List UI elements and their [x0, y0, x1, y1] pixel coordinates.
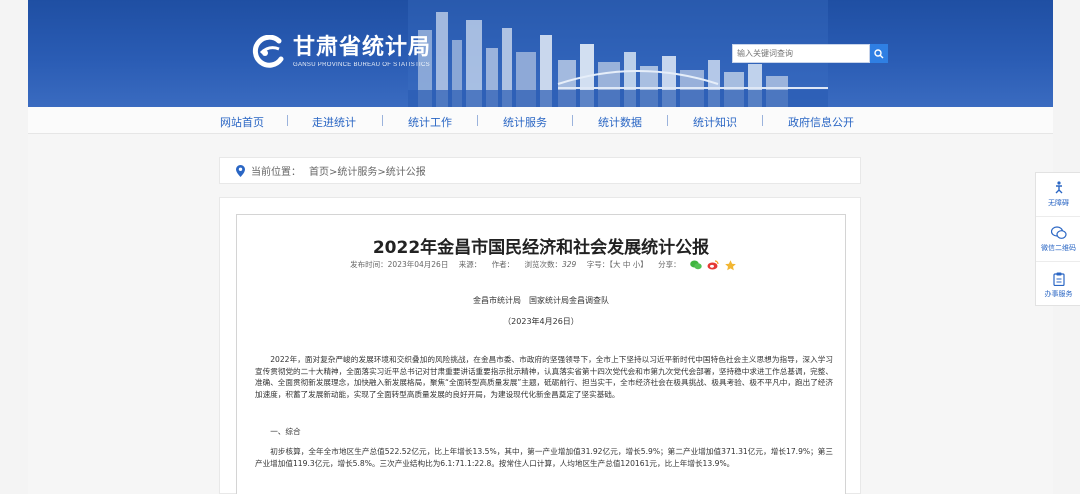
nav-about[interactable]: 走进统计	[312, 114, 356, 130]
nav-divider	[287, 115, 288, 126]
article-authors: 金昌市统计局 国家统计局金昌调查队	[473, 296, 609, 305]
views-count: 329	[562, 260, 577, 269]
content-fade	[237, 483, 845, 494]
search-icon	[874, 48, 884, 58]
views: 浏览次数：329	[525, 260, 577, 269]
main-nav: 网站首页 走进统计 统计工作 统计服务 统计数据 统计知识 政府信息公开	[28, 107, 1053, 134]
nav-divider	[477, 115, 478, 126]
author-label: 作者：	[491, 260, 515, 269]
search-input[interactable]	[732, 44, 870, 63]
breadcrumb-label: 当前位置：	[251, 167, 301, 178]
services-button[interactable]: 办事服务	[1036, 263, 1080, 307]
nav-data[interactable]: 统计数据	[598, 114, 642, 130]
clipboard-icon	[1052, 272, 1065, 286]
article-meta: 发布时间：2023年04月26日 来源： 作者： 浏览次数：329 字号：【大 …	[237, 259, 845, 271]
nav-knowledge[interactable]: 统计知识	[693, 114, 737, 130]
share-label: 分享：	[658, 260, 681, 269]
favorite-star-icon[interactable]	[725, 259, 736, 271]
views-label: 浏览次数：	[524, 260, 563, 269]
services-label: 办事服务	[1044, 289, 1073, 298]
article-paragraph: 2022年，面对复杂严峻的发展环境和交织叠加的风险挑战，在金昌市委、市政府的坚强…	[255, 355, 833, 399]
nav-home[interactable]: 网站首页	[220, 114, 264, 130]
nav-divider	[572, 115, 573, 126]
article-title: 2022年金昌市国民经济和社会发展统计公报	[372, 238, 710, 258]
accessibility-label: 无障碍	[1048, 199, 1069, 207]
logo-subtitle: GANSU PROVINCE BUREAU OF STATISTICS	[293, 62, 430, 68]
article-paragraph: 初步核算，全年全市地区生产总值522.52亿元，比上年增长13.5%，其中，第一…	[255, 447, 833, 468]
nav-gov-info[interactable]: 政府信息公开	[788, 114, 854, 130]
logo-title: 甘肃省统计局	[293, 35, 432, 60]
section-heading: 一、综合	[270, 427, 301, 436]
search-button[interactable]	[870, 44, 888, 63]
font-size-control[interactable]: 字号：【大 中 小】	[587, 260, 648, 269]
accessibility-button[interactable]: 无障碍	[1036, 173, 1080, 217]
publish-time: 发布时间：2023年04月26日	[350, 260, 449, 269]
location-pin-icon	[236, 164, 245, 177]
wechat-share-icon[interactable]	[690, 260, 702, 270]
article-body: 2022年金昌市国民经济和社会发展统计公报 发布时间：2023年04月26日 来…	[236, 214, 846, 494]
article-date: （2023年4月26日）	[503, 317, 579, 326]
breadcrumb-path[interactable]: 首页>统计服务>统计公报	[309, 163, 426, 178]
header-banner: 甘肃省统计局 GANSU PROVINCE BUREAU OF STATISTI…	[28, 0, 1053, 107]
nav-divider	[382, 115, 383, 126]
site-logo[interactable]: 甘肃省统计局 GANSU PROVINCE BUREAU OF STATISTI…	[249, 35, 431, 69]
nav-divider	[667, 115, 668, 126]
logo-emblem-icon	[252, 35, 284, 68]
nav-work[interactable]: 统计工作	[408, 114, 452, 130]
article-container: 2022年金昌市国民经济和社会发展统计公报 发布时间：2023年04月26日 来…	[219, 197, 861, 494]
search-bar	[732, 44, 888, 63]
nav-divider	[762, 115, 763, 126]
wechat-qr-button[interactable]: 微信二维码	[1036, 218, 1080, 262]
nav-service[interactable]: 统计服务	[503, 114, 547, 130]
wechat-qr-label: 微信二维码	[1041, 244, 1076, 252]
breadcrumb: 当前位置： 首页>统计服务>统计公报	[219, 157, 861, 184]
source-label: 来源：	[458, 260, 482, 269]
accessibility-icon	[1055, 181, 1062, 194]
floating-toolbar: 无障碍 微信二维码 办事服务	[1035, 172, 1080, 306]
wechat-icon	[1050, 226, 1067, 239]
weibo-share-icon[interactable]	[707, 260, 720, 270]
